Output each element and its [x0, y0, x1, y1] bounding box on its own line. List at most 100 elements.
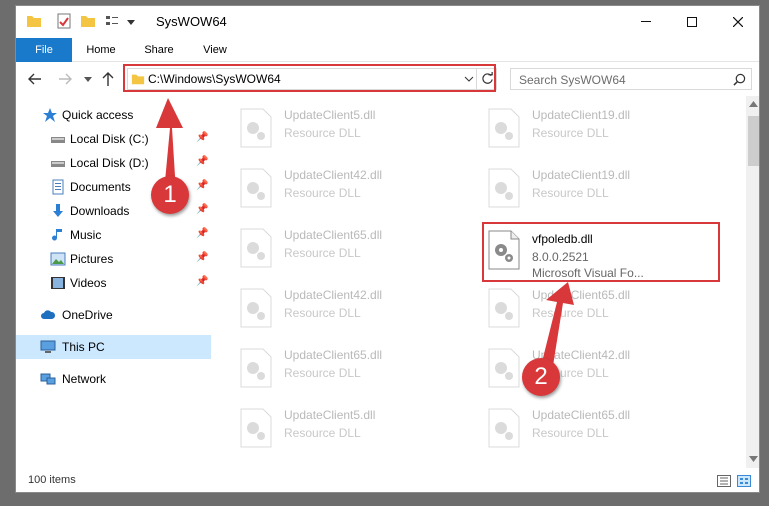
search-box[interactable]: Search SysWOW64 — [510, 68, 752, 90]
dll-file-icon — [488, 108, 520, 148]
network-icon — [40, 373, 56, 385]
minimize-button[interactable] — [623, 6, 669, 38]
dll-file-icon — [488, 408, 520, 448]
sidebar-item-pictures[interactable]: Pictures 📌 — [16, 247, 211, 271]
sidebar-item-videos[interactable]: Videos 📌 — [16, 271, 211, 295]
file-item[interactable]: UpdateClient65.dll Resource DLL — [461, 402, 701, 458]
file-item[interactable]: UpdateClient5.dll Resource DLL — [213, 102, 453, 158]
pin-icon[interactable]: 📌 — [196, 156, 208, 167]
pin-icon[interactable]: 📌 — [196, 180, 208, 191]
file-name: UpdateClient65.dll — [284, 348, 383, 362]
file-name: UpdateClient42.dll — [284, 288, 383, 302]
properties-icon[interactable] — [56, 13, 72, 29]
sidebar-item-label: Videos — [70, 276, 107, 290]
up-icon[interactable] — [102, 72, 114, 86]
sidebar-item-label: Pictures — [70, 252, 114, 266]
sidebar-item-label: Local Disk (C:) — [70, 132, 149, 146]
file-type: Resource DLL — [284, 186, 361, 200]
file-item[interactable]: UpdateClient42.dll Resource DLL — [213, 162, 453, 218]
status-bar: 100 items — [16, 468, 759, 492]
sidebar-item-label: OneDrive — [62, 308, 113, 322]
file-type: Resource DLL — [284, 366, 361, 380]
scroll-down-icon[interactable] — [749, 456, 758, 462]
file-type: Resource DLL — [284, 426, 361, 440]
close-button[interactable] — [715, 6, 759, 38]
file-type: Resource DLL — [532, 126, 609, 140]
large-icons-view-icon[interactable] — [737, 475, 751, 487]
dll-file-icon — [240, 108, 272, 148]
folder-icon — [27, 16, 41, 27]
tab-view[interactable]: View — [192, 38, 238, 62]
scroll-thumb[interactable] — [748, 116, 759, 166]
address-highlight-box — [123, 64, 496, 92]
file-type: Resource DLL — [532, 186, 609, 200]
scroll-up-icon[interactable] — [749, 101, 758, 107]
file-item[interactable]: UpdateClient42.dll Resource DLL — [213, 282, 453, 338]
cloud-icon — [41, 310, 56, 319]
sidebar-item-label: Network — [62, 372, 107, 386]
file-item[interactable]: UpdateClient19.dll Resource DLL — [461, 162, 701, 218]
music-icon — [52, 229, 62, 241]
back-icon[interactable] — [28, 73, 42, 85]
item-count: 100 items — [28, 474, 76, 486]
file-name: UpdateClient65.dll — [532, 408, 631, 422]
file-item[interactable]: UpdateClient65.dll Resource DLL — [213, 222, 453, 278]
file-type: Resource DLL — [532, 306, 609, 320]
pin-icon[interactable]: 📌 — [196, 252, 208, 263]
drive-icon — [51, 137, 65, 143]
file-item[interactable]: UpdateClient65.dll Resource DLL — [213, 342, 453, 398]
view-options-icon[interactable] — [104, 13, 120, 29]
file-item[interactable]: UpdateClient5.dll Resource DLL — [213, 402, 453, 458]
details-view-icon[interactable] — [717, 475, 731, 487]
pin-icon[interactable]: 📌 — [196, 276, 208, 287]
sidebar-item-music[interactable]: Music 📌 — [16, 223, 211, 247]
downloads-icon — [53, 204, 63, 217]
sidebar-item-label: Documents — [70, 180, 131, 194]
dll-file-icon — [240, 228, 272, 268]
tab-share[interactable]: Share — [134, 38, 184, 62]
file-name: UpdateClient19.dll — [532, 108, 631, 122]
sidebar-item-network[interactable]: Network — [16, 367, 211, 391]
vertical-scrollbar[interactable] — [746, 96, 759, 468]
sidebar-item-quick-access[interactable]: Quick access — [16, 103, 211, 127]
file-name: UpdateClient42.dll — [284, 168, 383, 182]
file-item[interactable]: UpdateClient65.dll Resource DLL — [461, 282, 701, 338]
sidebar-item-label: Downloads — [70, 204, 130, 218]
step-badge-2: 2 — [522, 358, 560, 396]
title-bar: SysWOW64 — [16, 6, 759, 38]
dll-file-icon — [240, 348, 272, 388]
close-icon — [733, 17, 743, 27]
search-placeholder: Search SysWOW64 — [519, 73, 626, 87]
file-type: Resource DLL — [284, 126, 361, 140]
pin-icon[interactable]: 📌 — [196, 132, 208, 143]
file-item[interactable]: UpdateClient19.dll Resource DLL — [461, 102, 701, 158]
sidebar-item-label: Music — [70, 228, 102, 242]
sidebar-item-local-disk-c[interactable]: Local Disk (C:) 📌 — [16, 127, 211, 151]
file-list: UpdateClient5.dll Resource DLL UpdateCli… — [213, 96, 746, 468]
tab-home[interactable]: Home — [76, 38, 126, 62]
navigation-pane: Quick access Local Disk (C:) 📌 Local Dis… — [16, 96, 211, 468]
step-badge-1: 1 — [151, 176, 189, 214]
file-name: UpdateClient19.dll — [532, 168, 631, 182]
customize-chevron-icon[interactable] — [126, 18, 136, 26]
search-icon — [733, 73, 746, 86]
file-type: Resource DLL — [284, 306, 361, 320]
videos-icon — [51, 277, 65, 289]
forward-icon[interactable] — [58, 73, 72, 85]
file-item[interactable]: UpdateClient42.dll Resource DLL — [461, 342, 701, 398]
tab-file[interactable]: File — [16, 38, 72, 62]
sidebar-item-this-pc[interactable]: This PC — [16, 335, 211, 359]
pin-icon[interactable]: 📌 — [196, 204, 208, 215]
sidebar-item-local-disk-d[interactable]: Local Disk (D:) 📌 — [16, 151, 211, 175]
maximize-button[interactable] — [669, 6, 715, 38]
file-type: Resource DLL — [532, 426, 609, 440]
sidebar-item-label: This PC — [62, 340, 105, 354]
file-name: UpdateClient65.dll — [284, 228, 383, 242]
new-folder-icon[interactable] — [80, 13, 96, 29]
recent-locations-icon[interactable] — [84, 77, 92, 83]
file-highlight-box — [482, 222, 720, 282]
sidebar-item-onedrive[interactable]: OneDrive — [16, 303, 211, 327]
pin-icon[interactable]: 📌 — [196, 228, 208, 239]
dll-file-icon — [240, 288, 272, 328]
dll-file-icon — [240, 168, 272, 208]
